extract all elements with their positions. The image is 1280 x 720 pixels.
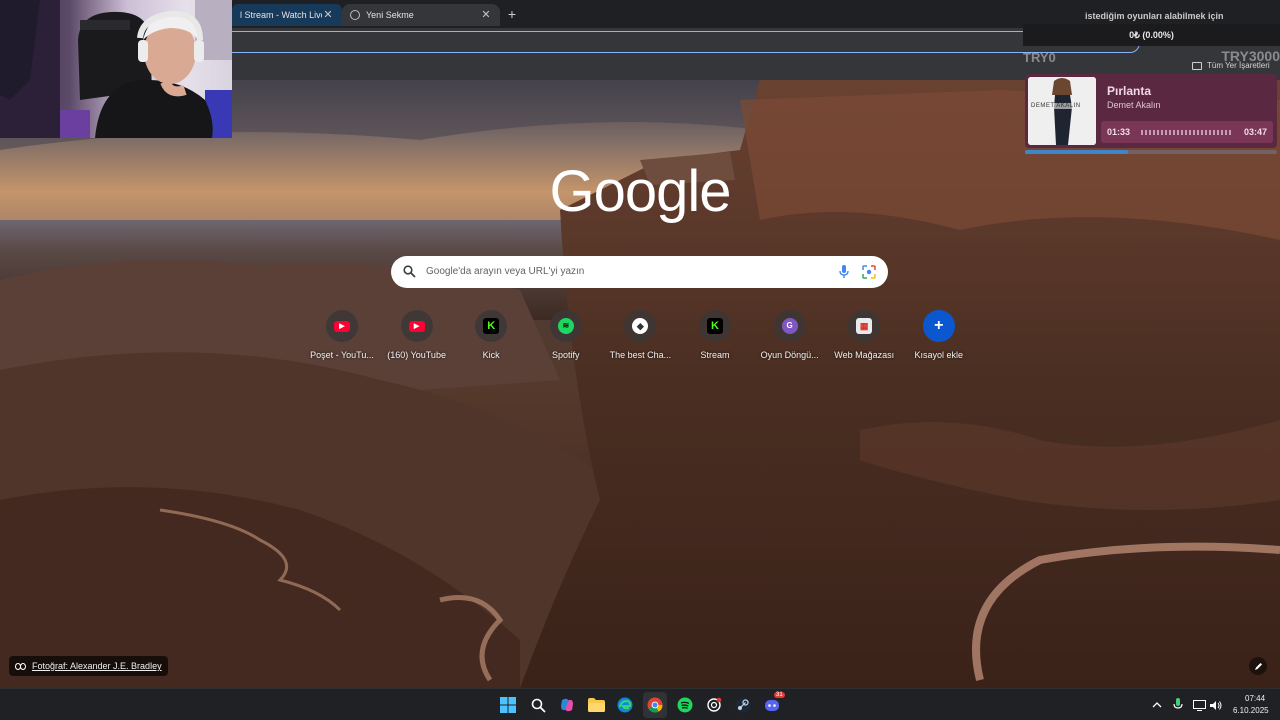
shortcut-label: Stream xyxy=(700,350,730,360)
volume-icon[interactable] xyxy=(1209,696,1223,714)
photo-credit-text: Fotoğraf: Alexander J.E. Bradley xyxy=(32,661,162,671)
close-icon[interactable]: ✕ xyxy=(322,9,334,21)
track-total-time: 03:47 xyxy=(1243,127,1267,137)
search-box[interactable]: Google'da arayın veya URL'yi yazın xyxy=(391,256,888,288)
webcam-streamer-image xyxy=(0,0,232,138)
shortcut-icon-tile: G xyxy=(773,310,806,342)
display-icon[interactable] xyxy=(1192,696,1206,714)
shortcut-tile[interactable]: K Kick xyxy=(454,310,528,360)
track-artist: Demet Akalın xyxy=(1107,100,1161,110)
track-progress-bar xyxy=(1025,150,1277,154)
stream-overlay: istediğim oyunları alabilmek için 0₺ (0.… xyxy=(1023,0,1280,160)
shortcut-icon-tile: K xyxy=(699,310,731,342)
shortcut-label: Spotify xyxy=(552,350,580,360)
chrome-icon[interactable] xyxy=(646,696,664,714)
shortcut-label: Kısayol ekle xyxy=(914,350,964,360)
shortcut-icon-tile: ▶ xyxy=(400,310,433,342)
donation-goal-text: istediğim oyunları alabilmek için xyxy=(1085,11,1224,21)
youtube-icon: ▶ xyxy=(408,320,425,332)
tab-stream[interactable]: l Stream - Watch Live o ✕ xyxy=(232,4,342,26)
search-icon xyxy=(403,265,416,283)
close-icon[interactable]: ✕ xyxy=(480,9,492,21)
tab-new-tab[interactable]: Yeni Sekme ✕ xyxy=(342,4,500,26)
webcam-overlay xyxy=(0,0,232,138)
web-store-icon: ▦ xyxy=(856,318,873,334)
link-icon xyxy=(15,662,26,670)
shortcut-tile[interactable]: ▦ Web Mağazası xyxy=(827,310,901,360)
album-art-text: DEMET AKALIN xyxy=(1031,103,1081,109)
shortcut-tile[interactable]: ◆ The best Cha... xyxy=(603,310,677,360)
search-icon[interactable] xyxy=(529,696,547,714)
tab-title: l Stream - Watch Live o xyxy=(240,10,322,20)
clock-date[interactable]: 6.10.2025 xyxy=(1233,706,1269,715)
address-bar[interactable] xyxy=(232,31,1140,53)
shortcut-icon-tile: ◆ xyxy=(624,310,657,342)
shortcut-label: Poşet - YouTu... xyxy=(310,350,374,360)
shortcut-label: (160) YouTube xyxy=(387,350,446,360)
shortcut-tile[interactable]: ▶ Poşet - YouTu... xyxy=(305,310,379,360)
shortcut-icon-tile: K xyxy=(475,310,508,342)
windows-taskbar: 31 07:44 6.10.2025 xyxy=(0,688,1280,720)
donation-goal-min: TRY0 xyxy=(1023,50,1056,65)
shortcut-label: Oyun Döngü... xyxy=(760,350,819,360)
track-progress-fill xyxy=(1025,150,1129,154)
chevron-up-icon[interactable] xyxy=(1150,696,1164,714)
microphone-icon[interactable] xyxy=(1171,696,1185,714)
shortcut-icon-tile: ▦ xyxy=(848,310,881,342)
tab-title: Yeni Sekme xyxy=(366,10,414,20)
pencil-icon xyxy=(1254,662,1262,670)
shortcut-tile[interactable]: + Kısayol ekle xyxy=(902,310,976,360)
edge-icon[interactable] xyxy=(616,696,634,714)
donation-goal-max: TRY3000 xyxy=(1221,48,1280,64)
spotify-icon: ≋ xyxy=(557,318,574,334)
google-lens-icon[interactable] xyxy=(862,265,876,284)
chrome-favicon-icon xyxy=(350,10,360,20)
track-time-bar: 01:33 03:47 xyxy=(1101,121,1273,143)
chatgpt-icon[interactable] xyxy=(705,696,723,714)
track-elapsed-time: 01:33 xyxy=(1107,127,1131,137)
shortcut-label: Web Mağazası xyxy=(834,350,895,360)
shortcut-label: The best Cha... xyxy=(609,350,672,360)
microphone-icon[interactable] xyxy=(839,265,849,284)
shortcut-tile[interactable]: G Oyun Döngü... xyxy=(753,310,827,360)
discord-icon[interactable]: 31 xyxy=(764,692,785,714)
waveform-icon xyxy=(1141,130,1233,135)
windows-start-icon[interactable] xyxy=(499,696,517,714)
discord-badge: 31 xyxy=(774,692,785,698)
album-art: DEMET AKALIN xyxy=(1028,77,1096,145)
shortcut-icon-tile: + xyxy=(922,310,955,342)
donation-goal-bar: 0₺ (0.00%) xyxy=(1023,24,1280,46)
shortcut-label: Kick xyxy=(482,350,500,360)
shortcut-icon-tile: ▶ xyxy=(326,310,358,342)
customize-chrome-button[interactable] xyxy=(1249,657,1267,675)
tag-icon: ◆ xyxy=(632,318,649,334)
google-logo: Google xyxy=(549,159,731,224)
steam-icon[interactable] xyxy=(734,696,752,714)
spotify-icon[interactable] xyxy=(676,696,694,714)
shortcut-tile[interactable]: ≋ Spotify xyxy=(529,310,603,360)
now-playing-widget: DEMET AKALIN Pırlanta Demet Akalın 01:33… xyxy=(1025,74,1277,148)
search-input[interactable]: Google'da arayın veya URL'yi yazın xyxy=(426,266,584,277)
photo-credit-link[interactable]: Fotoğraf: Alexander J.E. Bradley xyxy=(9,656,168,676)
kick-icon: K xyxy=(483,318,500,334)
clock-time[interactable]: 07:44 xyxy=(1245,694,1265,703)
new-tab-button[interactable]: + xyxy=(504,6,520,22)
kick-icon: K xyxy=(707,318,723,334)
shortcut-icon-tile: ≋ xyxy=(549,310,582,342)
donation-goal-progress: 0₺ (0.00%) xyxy=(1129,30,1174,40)
shortcut-tile[interactable]: ▶ (160) YouTube xyxy=(380,310,454,360)
track-title: Pırlanta xyxy=(1107,84,1152,98)
copilot-icon[interactable] xyxy=(558,696,576,714)
youtube-icon: ▶ xyxy=(334,320,350,332)
letter-g-icon: G xyxy=(781,318,798,334)
plus-icon: + xyxy=(934,317,944,334)
shortcut-tile[interactable]: K Stream xyxy=(678,310,752,360)
file-explorer-icon[interactable] xyxy=(587,696,605,714)
